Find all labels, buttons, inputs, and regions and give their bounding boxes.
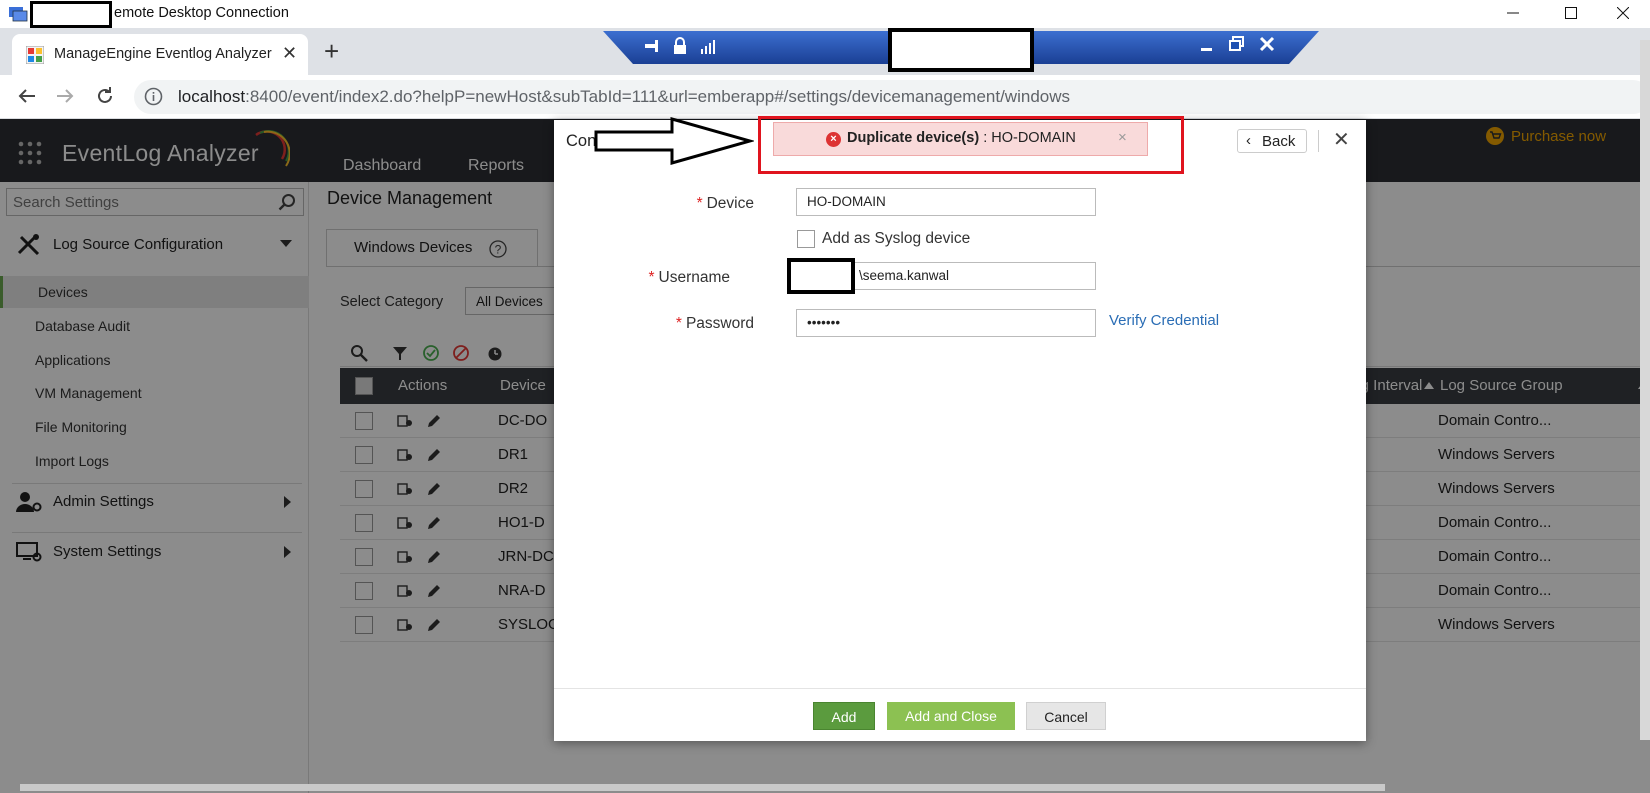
redacted-box: [888, 28, 1034, 72]
add-and-close-button[interactable]: Add and Close: [887, 702, 1015, 730]
syslog-label: Add as Syslog device: [822, 230, 971, 247]
url-path: :8400/event/index2.do?helpP=newHost&subT…: [245, 87, 1070, 106]
rdp-minimize-icon[interactable]: [1199, 35, 1215, 53]
password-input[interactable]: •••••••: [796, 309, 1096, 337]
minimize-icon: [1507, 12, 1519, 14]
required-mark: *: [696, 195, 703, 212]
required-mark: *: [648, 269, 655, 286]
dialog-footer-divider: [554, 688, 1366, 689]
device-label-text: Device: [706, 195, 754, 212]
signal-icon[interactable]: [699, 37, 717, 55]
rdp-connection-bar: [603, 28, 1319, 72]
configure-manually-dialog: Configure Manually ‹ Back ✕ *Device HO-D…: [554, 120, 1366, 741]
close-icon: [1617, 7, 1629, 19]
divider: [1318, 130, 1319, 152]
forward-arrow-icon[interactable]: [54, 85, 76, 107]
dialog-close-button[interactable]: ✕: [1333, 127, 1350, 152]
password-label: * Password: [554, 315, 754, 333]
info-icon[interactable]: [144, 87, 163, 106]
browser-toolbar: localhost:8400/event/index2.do?helpP=new…: [0, 75, 1650, 119]
syslog-checkbox[interactable]: [797, 230, 815, 248]
maximize-button[interactable]: [1548, 0, 1594, 26]
redacted-box: [30, 1, 112, 28]
tab-title: ManageEngine Eventlog Analyzer: [54, 46, 272, 62]
rdp-restore-icon[interactable]: [1229, 35, 1245, 53]
pin-icon[interactable]: [643, 37, 661, 55]
required-mark: *: [675, 315, 682, 332]
device-input[interactable]: HO-DOMAIN: [796, 188, 1096, 216]
url-host: localhost: [178, 87, 246, 106]
address-bar[interactable]: localhost:8400/event/index2.do?helpP=new…: [134, 80, 1650, 114]
minimize-button[interactable]: [1490, 0, 1536, 26]
window-close-button[interactable]: [1600, 0, 1646, 26]
maximize-icon: [1565, 7, 1577, 19]
browser-tab[interactable]: ManageEngine Eventlog Analyzer ✕: [12, 34, 308, 75]
rdp-right-controls: [1199, 35, 1275, 53]
manageengine-favicon: [26, 46, 44, 64]
lock-icon[interactable]: [671, 37, 689, 55]
username-label-text: Username: [658, 269, 731, 286]
chevron-left-icon: ‹: [1246, 132, 1251, 149]
add-button[interactable]: Add: [813, 702, 875, 730]
cancel-button[interactable]: Cancel: [1026, 702, 1106, 730]
annotation-arrow-icon: [594, 117, 754, 165]
vertical-scrollbar[interactable]: [1640, 40, 1650, 740]
tab-close-icon[interactable]: ✕: [282, 43, 297, 64]
username-label: * Username: [530, 269, 730, 287]
redacted-box: [787, 258, 855, 294]
back-arrow-icon[interactable]: [16, 85, 38, 107]
window-title: emote Desktop Connection: [114, 5, 289, 21]
new-tab-button[interactable]: +: [324, 36, 339, 67]
back-button[interactable]: ‹ Back: [1237, 129, 1307, 153]
rdp-left-icons: [643, 37, 717, 55]
verify-credential-link[interactable]: Verify Credential: [1109, 312, 1219, 329]
rdp-close-icon[interactable]: [1259, 35, 1275, 53]
url-text[interactable]: localhost:8400/event/index2.do?helpP=new…: [178, 87, 1070, 107]
device-label: * Device: [554, 195, 754, 213]
back-label: Back: [1262, 133, 1296, 150]
remote-desktop-icon: [9, 7, 28, 22]
window-titlebar: emote Desktop Connection: [0, 0, 1650, 28]
reload-icon[interactable]: [94, 85, 116, 107]
annotation-highlight-box: [758, 116, 1184, 174]
password-label-text: Password: [685, 315, 754, 332]
horizontal-scrollbar[interactable]: [20, 784, 1385, 791]
